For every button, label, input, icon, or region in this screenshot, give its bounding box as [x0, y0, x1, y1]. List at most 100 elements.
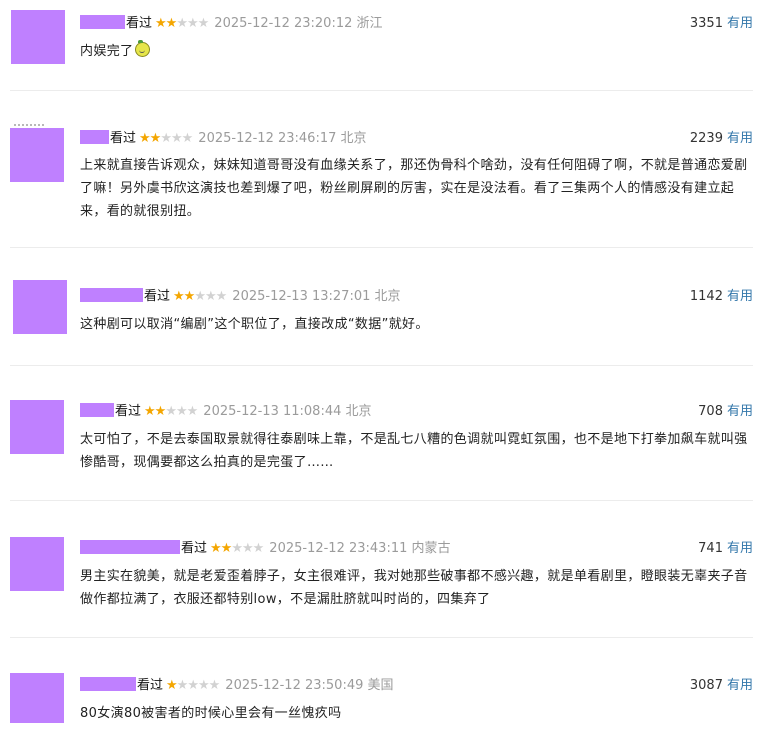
watch-status: 看过 [126, 16, 153, 31]
rating-stars: ★★★★★ [173, 288, 228, 306]
star-empty-icon: ★ [204, 289, 217, 304]
vote-count: 3351 [689, 16, 723, 31]
rating-stars: ★★★★★ [155, 15, 209, 33]
rating-stars: ★★★★★ [166, 677, 221, 695]
watch-status: 看过 [115, 404, 142, 419]
useful-link[interactable]: 有用 [727, 131, 753, 146]
avatar[interactable] [13, 280, 67, 334]
star-empty-icon: ★ [241, 541, 254, 556]
comment-header: 看过 ★★★★★ 2025-12-13 11:08:44 北京 [80, 403, 372, 421]
divider [10, 247, 753, 248]
comment-text-content: 内娱完了 [80, 44, 134, 59]
star-empty-icon: ★ [175, 404, 188, 419]
star-filled-icon: ★ [183, 289, 196, 304]
useful-link[interactable]: 有用 [727, 404, 753, 419]
star-filled-icon: ★ [139, 131, 151, 146]
divider [10, 365, 753, 366]
star-filled-icon: ★ [154, 404, 167, 419]
star-empty-icon: ★ [208, 678, 221, 693]
divider [10, 637, 753, 638]
star-filled-icon: ★ [165, 16, 178, 31]
username[interactable] [80, 130, 109, 144]
vote-count: 3087 [689, 678, 723, 693]
star-filled-icon: ★ [173, 289, 185, 304]
username[interactable] [80, 677, 136, 691]
vote-area: 741 有用 [698, 540, 753, 558]
useful-link[interactable]: 有用 [727, 678, 753, 693]
avatar[interactable] [10, 673, 64, 723]
comment-header: 看过 ★★★★★ 2025-12-12 23:20:12 浙江 [80, 15, 383, 33]
comment-header: 看过 ★★★★★ 2025-12-12 23:50:49 美国 [80, 677, 394, 695]
useful-link[interactable]: 有用 [727, 289, 753, 304]
comment-header: 看过 ★★★★★ 2025-12-13 13:27:01 北京 [80, 288, 401, 306]
rating-stars: ★★★★★ [139, 130, 194, 148]
username[interactable] [80, 15, 125, 29]
star-empty-icon: ★ [197, 678, 210, 693]
star-filled-icon: ★ [149, 131, 162, 146]
comment-time: 2025-12-12 23:50:49 [225, 678, 364, 693]
star-filled-icon: ★ [220, 541, 233, 556]
star-empty-icon: ★ [252, 541, 265, 556]
watch-status: 看过 [110, 131, 137, 146]
username[interactable] [80, 288, 143, 302]
useful-link[interactable]: 有用 [727, 541, 753, 556]
comment-location: 内蒙古 [411, 541, 451, 556]
username[interactable] [80, 403, 114, 417]
comment-text: 男主实在貌美，就是老爱歪着脖子，女主很难评，我对她那些破事都不感兴趣，就是单看剧… [80, 569, 748, 607]
comment-time: 2025-12-12 23:20:12 [214, 16, 353, 31]
comment-text: 上来就直接告诉观众，妹妹知道哥哥没有血缘关系了，那还伪骨科个啥劲，没有任何阻碍了… [80, 158, 748, 219]
star-filled-icon: ★ [155, 16, 167, 31]
star-empty-icon: ★ [215, 289, 228, 304]
star-empty-icon: ★ [187, 678, 199, 693]
avatar[interactable] [10, 124, 64, 182]
star-filled-icon: ★ [144, 404, 156, 419]
divider [10, 500, 753, 501]
watch-status: 看过 [144, 289, 171, 304]
star-empty-icon: ★ [194, 289, 206, 304]
star-empty-icon: ★ [176, 16, 188, 31]
comment-header: 看过 ★★★★★ 2025-12-12 23:46:17 北京 [80, 130, 367, 148]
star-empty-icon: ★ [176, 678, 189, 693]
vote-area: 708 有用 [698, 403, 753, 421]
rating-stars: ★★★★★ [210, 540, 265, 558]
comment-text: 太可怕了，不是去泰国取景就得往泰剧味上靠，不是乱七八糟的色调就叫霓虹氛围，也不是… [80, 432, 748, 470]
star-empty-icon: ★ [181, 131, 194, 146]
comment-time: 2025-12-13 11:08:44 [203, 404, 342, 419]
star-empty-icon: ★ [170, 131, 183, 146]
watch-status: 看过 [181, 541, 208, 556]
vote-count: 2239 [689, 131, 723, 146]
vote-area: 1142 有用 [690, 288, 753, 306]
star-filled-icon: ★ [166, 678, 178, 693]
divider [10, 90, 753, 91]
comment-location: 美国 [367, 678, 394, 693]
star-empty-icon: ★ [231, 541, 243, 556]
vote-area: 3087 有用 [690, 677, 753, 695]
star-filled-icon: ★ [210, 541, 222, 556]
comment-time: 2025-12-12 23:46:17 [198, 131, 337, 146]
avatar[interactable] [10, 400, 64, 454]
avatar[interactable] [11, 10, 65, 64]
vote-count: 708 [698, 404, 723, 419]
rating-stars: ★★★★★ [144, 403, 198, 421]
lemon-emoji-icon [135, 40, 151, 57]
comment-time: 2025-12-12 23:43:11 [269, 541, 408, 556]
comment-location: 北京 [374, 289, 401, 304]
comment-text: 内娱完了 [80, 40, 755, 63]
avatar-border [14, 124, 44, 129]
comment-header: 看过 ★★★★★ 2025-12-12 23:43:11 内蒙古 [80, 540, 451, 558]
watch-status: 看过 [137, 678, 164, 693]
vote-count: 1142 [689, 289, 723, 304]
comment-text: 这种剧可以取消“编剧”这个职位了，直接改成“数据”就好。 [80, 317, 429, 332]
username[interactable] [80, 540, 180, 554]
useful-link[interactable]: 有用 [727, 16, 753, 31]
comment-text: 80女演80被害者的时候心里会有一丝愧疚吗 [80, 706, 342, 721]
comment-location: 北京 [345, 404, 372, 419]
star-empty-icon: ★ [165, 404, 177, 419]
comment-time: 2025-12-13 13:27:01 [232, 289, 371, 304]
vote-area: 2239 有用 [690, 130, 753, 148]
star-empty-icon: ★ [160, 131, 172, 146]
avatar[interactable] [10, 537, 64, 591]
vote-area: 3351 有用 [690, 15, 753, 33]
star-empty-icon: ★ [186, 16, 199, 31]
comment-location: 浙江 [356, 16, 383, 31]
